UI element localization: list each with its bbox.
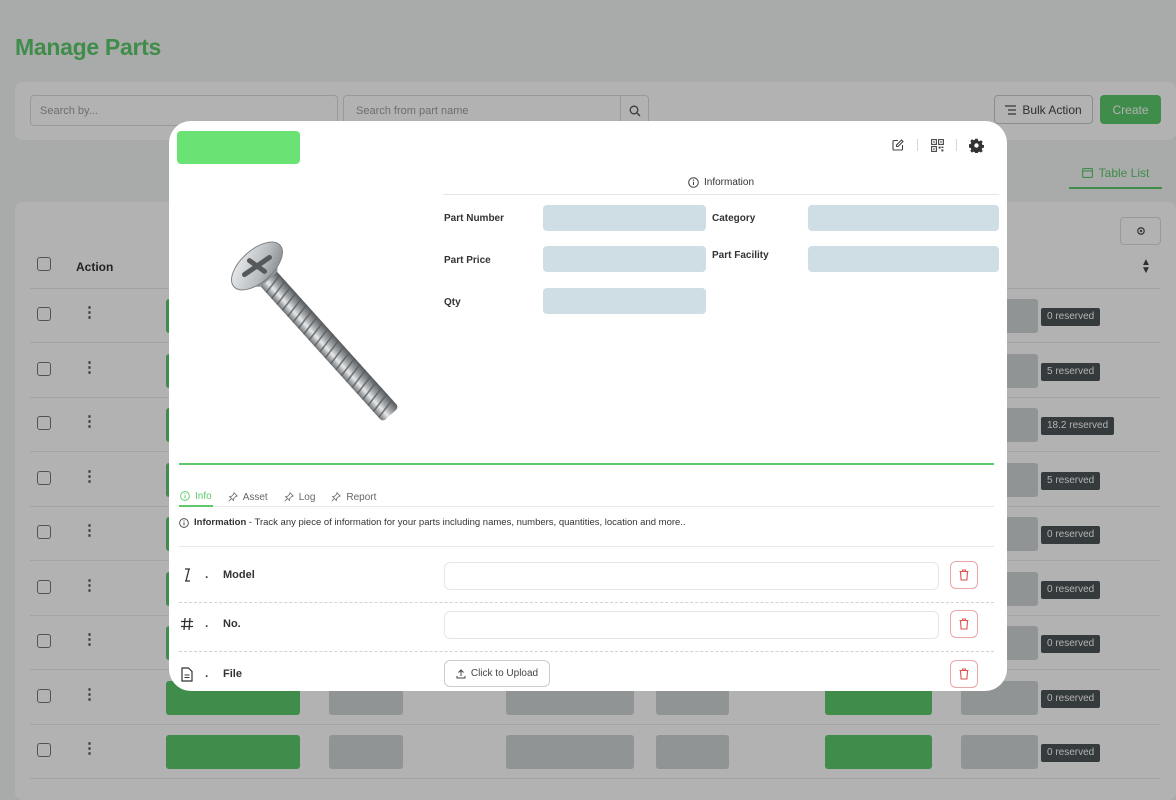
part-name-badge bbox=[177, 131, 300, 164]
attribute-dot: . bbox=[205, 616, 209, 630]
text-cursor-icon bbox=[179, 567, 195, 583]
info-icon bbox=[688, 176, 699, 188]
number-input[interactable] bbox=[444, 611, 939, 639]
part-price-field[interactable] bbox=[543, 246, 706, 272]
edit-icon bbox=[892, 139, 904, 151]
trash-icon bbox=[959, 668, 969, 680]
settings-button[interactable] bbox=[965, 134, 987, 156]
description-divider bbox=[179, 546, 994, 547]
upload-button[interactable]: Click to Upload bbox=[444, 660, 550, 687]
part-facility-field[interactable] bbox=[808, 246, 999, 272]
part-facility-label: Part Facility bbox=[712, 250, 769, 261]
attribute-label: No. bbox=[223, 618, 241, 630]
info-icon bbox=[180, 491, 190, 501]
information-description: Information - Track any piece of informa… bbox=[179, 517, 994, 528]
edit-button[interactable] bbox=[887, 134, 909, 156]
qr-code-button[interactable] bbox=[926, 134, 948, 156]
pin-icon bbox=[284, 492, 294, 502]
tab-info-label: Info bbox=[195, 490, 212, 502]
part-detail-modal: Information Part Number Category Part Pr… bbox=[169, 121, 1007, 691]
trash-icon bbox=[959, 618, 969, 630]
delete-button[interactable] bbox=[950, 561, 978, 589]
info-icon bbox=[179, 517, 189, 528]
category-field[interactable] bbox=[808, 205, 999, 231]
information-description-title: Information bbox=[194, 517, 247, 528]
attribute-row-file: . File Click to Upload bbox=[179, 654, 994, 691]
tab-log-label: Log bbox=[298, 491, 316, 503]
qty-label: Qty bbox=[444, 297, 461, 308]
attribute-dot: . bbox=[205, 567, 209, 581]
tab-asset-label: Asset bbox=[242, 491, 268, 503]
information-description-text: - Track any piece of information for you… bbox=[248, 517, 686, 528]
modal-actions bbox=[887, 134, 987, 156]
part-image bbox=[231, 241, 398, 421]
attribute-row-model: . Model bbox=[179, 555, 994, 603]
tab-info[interactable]: Info bbox=[179, 487, 213, 507]
part-number-label: Part Number bbox=[444, 213, 505, 224]
part-price-label: Part Price bbox=[444, 255, 491, 266]
model-input[interactable] bbox=[444, 562, 939, 590]
part-number-field[interactable] bbox=[543, 205, 706, 231]
delete-button[interactable] bbox=[950, 610, 978, 638]
attribute-label: Model bbox=[223, 569, 255, 581]
tab-asset[interactable]: Asset bbox=[227, 487, 269, 507]
file-icon bbox=[179, 666, 195, 682]
detail-tabs: Info Asset Log Report bbox=[179, 487, 994, 507]
attribute-label: File bbox=[223, 668, 242, 680]
attribute-dot: . bbox=[205, 666, 209, 680]
pin-icon bbox=[228, 492, 238, 502]
information-heading: Information bbox=[443, 170, 999, 195]
tab-log[interactable]: Log bbox=[283, 487, 317, 507]
upload-icon bbox=[456, 668, 466, 678]
delete-button[interactable] bbox=[950, 660, 978, 688]
hash-icon bbox=[179, 616, 195, 632]
section-divider bbox=[179, 463, 994, 465]
tab-report-label: Report bbox=[346, 491, 377, 503]
attribute-row-no: . No. bbox=[179, 604, 994, 652]
action-separator bbox=[917, 139, 918, 151]
information-heading-label: Information bbox=[703, 176, 755, 188]
gear-icon bbox=[968, 138, 984, 153]
qr-code-icon bbox=[930, 138, 944, 152]
pin-icon bbox=[331, 492, 342, 502]
qty-field[interactable] bbox=[543, 288, 706, 314]
category-label: Category bbox=[712, 213, 756, 224]
trash-icon bbox=[959, 569, 969, 581]
tab-report[interactable]: Report bbox=[330, 487, 377, 507]
upload-button-label: Click to Upload bbox=[470, 668, 539, 679]
action-separator bbox=[956, 139, 957, 151]
